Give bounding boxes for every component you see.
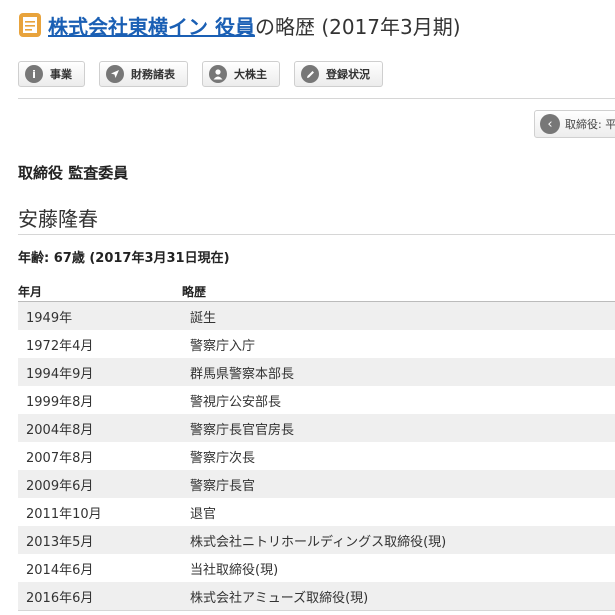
table-body: 1949年 誕生 1972年4月 警察庁入庁 1994年9月 群馬県警察本部長 1999年8… [18,302,615,610]
major-shareholders-button[interactable]: 大株主 [202,61,280,87]
table-row: 1999年8月 警視庁公安部長 [18,386,615,414]
previous-officer-button[interactable]: ‹ 取締役: 平 [534,110,615,138]
name-divider [18,234,615,235]
history-date: 2014年6月 [26,562,94,578]
history-date: 2016年6月 [26,590,94,606]
history-date: 1972年4月 [26,338,94,354]
history-event: 群馬県警察本部長 [190,366,295,382]
business-button[interactable]: i 事業 [18,61,85,87]
history-event: 株式会社アミューズ取締役(現) [190,590,369,606]
major-shareholders-button-label: 大株主 [234,68,267,81]
navigation-arrow-icon [106,65,124,83]
history-event: 警察庁次長 [190,450,256,466]
history-date: 1999年8月 [26,394,94,410]
officer-position: 取締役 監査委員 [18,164,129,182]
history-date: 1994年9月 [26,366,94,382]
history-date: 1949年 [26,310,73,326]
history-date: 2009年6月 [26,478,94,494]
history-event: 退官 [190,506,217,522]
table-row: 1949年 誕生 [18,302,615,330]
table-row: 1994年9月 群馬県警察本部長 [18,358,615,386]
company-officers-link[interactable]: 株式会社東横イン 役員 [48,11,255,40]
business-button-label: 事業 [50,68,72,81]
history-event: 誕生 [190,310,217,326]
table-bottom-line [18,610,615,611]
header-date: 年月 [18,285,43,299]
table-row: 2007年8月 警察庁次長 [18,442,615,470]
financial-statements-button-label: 財務諸表 [131,68,175,81]
previous-officer-label: 取締役: 平 [565,118,615,131]
table-row: 2004年8月 警察庁長官官房長 [18,414,615,442]
history-date: 2013年5月 [26,534,94,550]
history-date: 2007年8月 [26,450,94,466]
history-event: 警察庁長官 [190,478,256,494]
table-row: 2009年6月 警察庁長官 [18,470,615,498]
table-row: 2013年5月 株式会社ニトリホールディングス取締役(現) [18,526,615,554]
officer-name: 安藤隆春 [18,207,98,231]
info-icon: i [25,65,43,83]
header-career: 略歴 [182,285,207,299]
registration-status-button-label: 登録状況 [326,68,370,81]
table-row: 1972年4月 警察庁入庁 [18,330,615,358]
table-header: 年月 略歴 [18,283,615,302]
table-row: 2014年6月 当社取締役(現) [18,554,615,582]
history-event: 警察庁長官官房長 [190,422,295,438]
financial-statements-button[interactable]: 財務諸表 [99,61,188,87]
pencil-icon [301,65,319,83]
table-row: 2016年6月 株式会社アミューズ取締役(現) [18,582,615,610]
officer-age: 年齢: 67歳 (2017年3月31日現在) [18,251,230,266]
history-event: 警視庁公安部長 [190,394,282,410]
person-icon [209,65,227,83]
registration-status-button[interactable]: 登録状況 [294,61,383,87]
toolbar-divider [18,98,615,99]
history-event: 当社取締役(現) [190,562,279,578]
page-title-suffix: の略歴 (2017年3月期) [254,14,461,39]
chevron-left-icon: ‹ [540,114,560,134]
table-row: 2011年10月 退官 [18,498,615,526]
document-icon [19,13,41,37]
page-header: 株式会社東横イン 役員 の略歴 (2017年3月期) [18,8,615,42]
history-date: 2011年10月 [26,506,102,522]
history-date: 2004年8月 [26,422,94,438]
history-event: 株式会社ニトリホールディングス取締役(現) [190,534,447,550]
section-toolbar: i 事業 財務諸表 大株主 登録状況 [18,61,383,87]
history-event: 警察庁入庁 [190,338,256,354]
career-history-table: 年月 略歴 1949年 誕生 1972年4月 警察庁入庁 1994年9月 群馬県警察本部長… [18,283,615,611]
